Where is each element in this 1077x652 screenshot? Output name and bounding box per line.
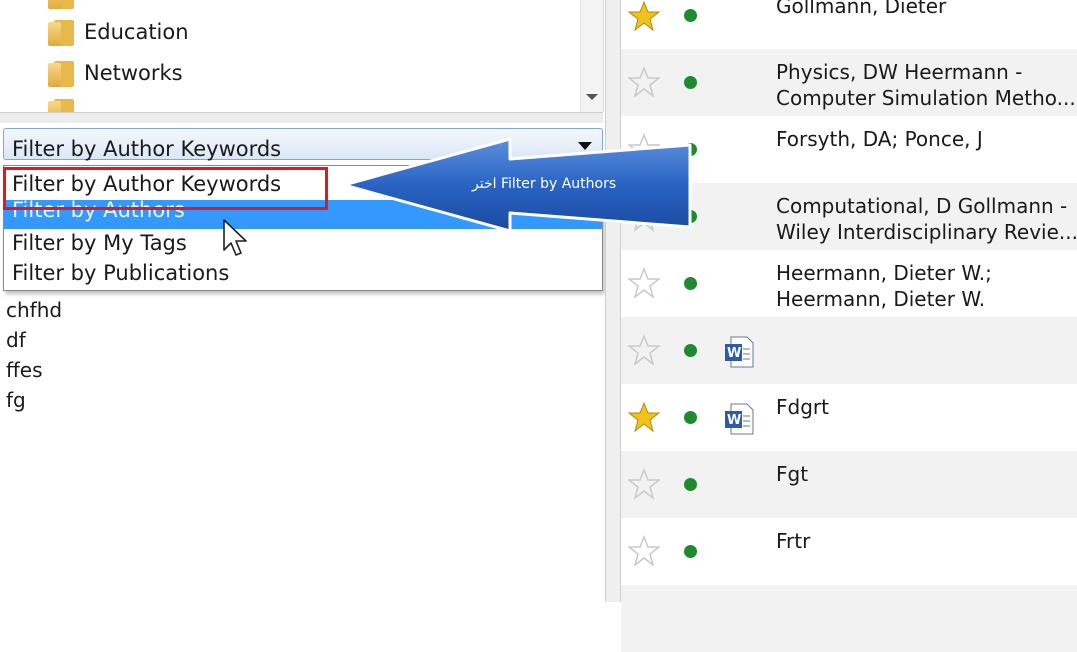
doc-title: Heermann, Dieter W.; Heermann, Dieter W. xyxy=(776,260,992,312)
read-status-icon[interactable] xyxy=(684,478,697,491)
read-status-icon[interactable] xyxy=(684,9,697,22)
option-my-tags[interactable]: Filter by My Tags xyxy=(4,229,602,258)
read-status-icon[interactable] xyxy=(684,76,697,89)
star-empty-icon[interactable] xyxy=(628,468,660,500)
tree-item-label: Education xyxy=(84,20,189,44)
cursor-icon xyxy=(223,219,247,256)
doc-title: Frtr xyxy=(776,529,811,553)
doc-line: Heermann, Dieter W.; xyxy=(776,261,992,285)
doc-line: Physics, DW Heermann - xyxy=(776,60,1023,84)
list-item[interactable]: fg xyxy=(6,385,62,415)
word-file-icon[interactable]: W xyxy=(723,402,755,436)
list-item[interactable]: ffes xyxy=(6,355,62,385)
folder-icon xyxy=(48,0,74,9)
tree-item-partial[interactable] xyxy=(48,96,84,112)
filter-dropdown-value: Filter by Author Keywords xyxy=(12,137,282,161)
list-item[interactable]: df xyxy=(6,325,62,355)
star-filled-icon[interactable] xyxy=(628,401,660,433)
doc-title: Physics, DW Heermann - Computer Simulati… xyxy=(776,59,1076,111)
table-row[interactable]: W xyxy=(621,317,1077,384)
scroll-down-icon[interactable] xyxy=(586,94,598,100)
folder-icon xyxy=(48,18,74,46)
read-status-icon[interactable] xyxy=(684,344,697,357)
doc-title: Gollmann, Dieter xyxy=(776,0,947,18)
word-file-icon[interactable]: W xyxy=(723,335,755,369)
doc-line: Computer Simulation Metho... xyxy=(776,86,1076,110)
option-publications[interactable]: Filter by Publications xyxy=(4,259,602,288)
doc-title: Computational, D Gollmann - Wiley Interd… xyxy=(776,193,1077,245)
table-row[interactable]: W Fdgrt xyxy=(621,384,1077,451)
svg-text:W: W xyxy=(727,346,741,361)
table-row[interactable]: Frtr xyxy=(621,518,1077,585)
left-pane: Education Networks Filter by Author Keyw… xyxy=(0,0,607,602)
table-row[interactable]: Fgt xyxy=(621,451,1077,518)
star-empty-icon[interactable] xyxy=(628,267,660,299)
splitter[interactable] xyxy=(605,0,621,602)
table-row[interactable]: Heermann, Dieter W.; Heermann, Dieter W. xyxy=(621,250,1077,317)
star-empty-icon[interactable] xyxy=(628,334,660,366)
list-item[interactable]: chfhd xyxy=(6,295,62,325)
folder-icon xyxy=(48,97,74,112)
read-status-icon[interactable] xyxy=(684,545,697,558)
tree-item-hidden[interactable] xyxy=(48,0,84,10)
doc-line: Heermann, Dieter W. xyxy=(776,287,986,311)
pane-divider[interactable] xyxy=(0,112,603,123)
doc-line: Wiley Interdisciplinary Revie... xyxy=(776,220,1077,244)
svg-text:W: W xyxy=(727,413,741,428)
tree-scrollbar[interactable] xyxy=(580,0,603,112)
folder-icon xyxy=(48,59,74,87)
star-filled-icon[interactable] xyxy=(628,0,660,32)
highlight-box xyxy=(3,167,328,210)
table-row[interactable]: Gollmann, Dieter xyxy=(621,0,1077,49)
table-row[interactable]: Physics, DW Heermann - Computer Simulati… xyxy=(621,49,1077,116)
callout-text: اختر Filter by Authors xyxy=(472,176,617,192)
doc-line: Computational, D Gollmann - xyxy=(776,194,1068,218)
doc-title: Fgt xyxy=(776,462,809,486)
keyword-list: chfhd df ffes fg xyxy=(6,295,62,415)
tree-item-networks[interactable]: Networks xyxy=(48,58,183,88)
doc-title: Forsyth, DA; Ponce, J xyxy=(776,127,983,151)
doc-title: Fdgrt xyxy=(776,395,829,419)
folder-tree: Education Networks xyxy=(0,0,604,112)
tree-item-education[interactable]: Education xyxy=(48,17,189,47)
star-empty-icon[interactable] xyxy=(628,535,660,567)
tree-item-label: Networks xyxy=(84,61,183,85)
star-empty-icon[interactable] xyxy=(628,66,660,98)
read-status-icon[interactable] xyxy=(684,411,697,424)
document-list: Gollmann, Dieter Physics, DW Heermann - … xyxy=(621,0,1077,652)
table-row[interactable] xyxy=(621,585,1077,652)
read-status-icon[interactable] xyxy=(684,277,697,290)
